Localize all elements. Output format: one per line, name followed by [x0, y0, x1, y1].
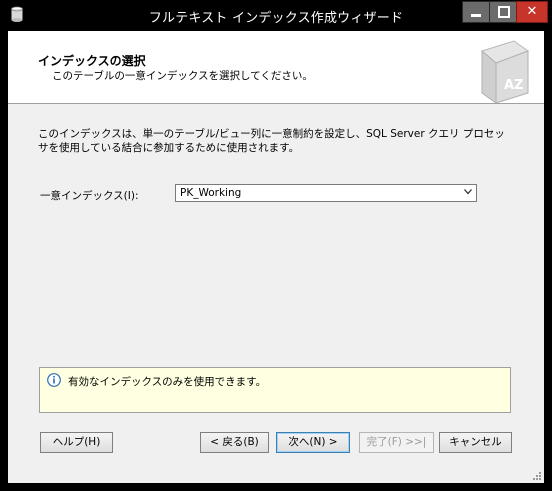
wizard-header: インデックスの選択 このテーブルの一意インデックスを選択してください。 AZ	[8, 31, 544, 104]
title-bar[interactable]: フルテキスト インデックス作成ウィザード ✕	[0, 0, 552, 30]
wizard-window: フルテキスト インデックス作成ウィザード ✕ インデックスの選択 このテーブルの…	[0, 0, 552, 491]
page-subtitle: このテーブルの一意インデックスを選択してください。	[52, 70, 313, 82]
info-message: 有効なインデックスのみを使用できます。	[68, 376, 267, 388]
wizard-client-area: インデックスの選択 このテーブルの一意インデックスを選択してください。 AZ こ…	[8, 31, 544, 483]
chevron-down-icon[interactable]	[464, 189, 472, 195]
info-panel: 有効なインデックスのみを使用できます。	[39, 367, 511, 413]
index-description: このインデックスは、単一のテーブル/ビュー列に一意制約を設定し、SQL Serv…	[38, 128, 505, 154]
resize-grip-icon[interactable]	[532, 471, 542, 481]
unique-index-label: 一意インデックス(I):	[40, 190, 139, 202]
next-button[interactable]: 次へ(N) >	[276, 432, 350, 453]
book-az-icon: AZ	[480, 40, 530, 103]
help-button[interactable]: ヘルプ(H)	[40, 432, 113, 453]
unique-index-value: PK_Working	[180, 187, 242, 199]
page-title: インデックスの選択	[38, 54, 146, 68]
cancel-button[interactable]: キャンセル	[439, 432, 512, 453]
close-icon: ✕	[526, 4, 538, 19]
info-icon	[47, 373, 61, 387]
finish-button[interactable]: 完了(F) >>|	[359, 432, 434, 453]
close-button[interactable]: ✕	[516, 1, 548, 23]
svg-text:AZ: AZ	[504, 78, 524, 93]
minimize-button[interactable]	[462, 1, 490, 23]
maximize-button[interactable]	[489, 1, 517, 23]
unique-index-select[interactable]: PK_Working	[175, 184, 477, 202]
back-button[interactable]: < 戻る(B)	[200, 432, 269, 453]
